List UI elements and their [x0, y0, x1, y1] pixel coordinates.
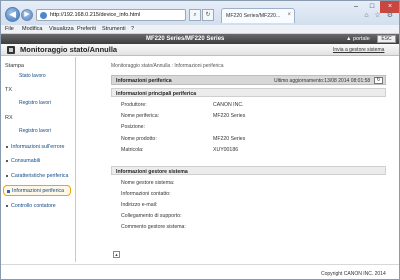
browser-toolbar-icons[interactable]: ⌂ ☆ ⚙ — [364, 11, 395, 19]
section-main-info: Informazioni principali periferica — [111, 88, 386, 97]
menu-file[interactable]: File — [5, 26, 14, 32]
breadcrumb: Monitoraggio stato/Annulla : Informazion… — [111, 63, 224, 69]
menu-help[interactable]: ? — [131, 26, 134, 32]
portal-link[interactable]: ▲ portale — [346, 36, 370, 42]
page-top-icon[interactable]: ▲ — [113, 251, 120, 258]
sidebar-item-registro-rx[interactable]: Registro lavori — [19, 128, 51, 134]
sidebar-item-registro-tx[interactable]: Registro lavori — [19, 100, 51, 106]
footer: Copyright CANON INC. 2014 — [1, 264, 399, 279]
sidebar-item-caratteristiche[interactable]: Caratteristiche periferica — [5, 173, 68, 179]
sidebar: Stampa Stato lavoro TX Registro lavori R… — [1, 57, 76, 262]
row-label-nome-prodotto: Nome prodotto: — [121, 136, 157, 142]
main-content: Monitoraggio stato/Annulla : Informazion… — [111, 57, 391, 262]
page-header: Monitoraggio stato/Annulla Invia a gesto… — [1, 44, 399, 56]
row-value-produttore: CANON INC. — [213, 102, 244, 108]
section-title: Informazioni principali periferica — [116, 90, 197, 97]
row-value-matricola: XUY00186 — [213, 147, 239, 153]
tab-title: MF220 Series/MF220... — [226, 13, 281, 19]
menu-strumenti[interactable]: Strumenti — [102, 26, 126, 32]
row-label-contatto: Informazioni contatto: — [121, 191, 171, 197]
copyright: Copyright CANON INC. 2014 — [321, 271, 386, 277]
page-icon — [40, 12, 47, 19]
model-name: MF220 Series/MF220 Series — [146, 36, 225, 42]
send-to-admin-link[interactable]: Invia a gestore sistema — [333, 47, 384, 53]
tab-close-icon[interactable]: × — [287, 12, 291, 18]
forward-button[interactable]: ▶ — [21, 9, 33, 21]
sidebar-item-stato-lavoro[interactable]: Stato lavoro — [19, 73, 46, 79]
sidebar-item-contatore[interactable]: Controllo contatore — [6, 203, 56, 209]
sidebar-item-label: Informazioni periferica — [12, 188, 65, 194]
address-bar[interactable]: http://192.168.0.215/device_info.html — [36, 9, 186, 21]
row-label-nome-periferica: Nome periferica: — [121, 113, 160, 119]
section-title: Informazioni gestore sistema — [116, 168, 188, 175]
sidebar-item-informazioni-periferica[interactable]: Informazioni periferica — [3, 185, 71, 196]
monitor-icon — [7, 46, 15, 54]
sidebar-item-consumabili[interactable]: Consumabili — [5, 158, 40, 164]
row-value-nome-prodotto: MF220 Series — [213, 136, 246, 142]
browser-tab[interactable]: MF220 Series/MF220... × — [221, 8, 295, 23]
row-label-commento: Commento gestore sistema: — [121, 224, 186, 230]
panel-header: Informazioni periferica Ultimo aggiornam… — [111, 75, 386, 85]
page-title: Monitoraggio stato/Annulla — [20, 45, 118, 54]
sidebar-head-rx: RX — [5, 115, 13, 121]
row-label-nome-gestore: Nome gestore sistema: — [121, 180, 175, 186]
web-page: MF220 Series/MF220 Series ▲ portale ESC … — [1, 34, 399, 279]
menu-visualizza[interactable]: Visualizza — [49, 26, 74, 32]
sidebar-head-tx: TX — [5, 87, 13, 93]
row-value-nome-periferica: MF220 Series — [213, 113, 246, 119]
row-label-matricola: Matricola: — [121, 147, 144, 153]
section-admin-info: Informazioni gestore sistema — [111, 166, 386, 175]
refresh-page-icon[interactable]: ↻ — [202, 9, 214, 21]
sidebar-item-errore[interactable]: Informazioni sull'errore — [5, 144, 64, 150]
menu-preferiti[interactable]: Preferiti — [77, 26, 96, 32]
top-banner: MF220 Series/MF220 Series ▲ portale ESC — [1, 34, 399, 44]
menu-bar: File Modifica Visualizza Preferiti Strum… — [1, 25, 399, 34]
browser-titlebar: ◀ ▶ http://192.168.0.215/device_info.htm… — [1, 1, 399, 25]
last-updated: Ultimo aggiornamento:13/08 2014 08:01:58 — [274, 78, 371, 84]
row-label-supporto: Collegamento di supporto: — [121, 213, 182, 219]
sidebar-head-stampa: Stampa — [5, 63, 24, 69]
row-label-produttore: Produttore: — [121, 102, 147, 108]
back-button[interactable]: ◀ — [5, 7, 20, 22]
selected-bullet-icon — [7, 190, 10, 193]
address-url: http://192.168.0.215/device_info.html — [50, 12, 141, 18]
row-label-email: Indirizzo e-mail: — [121, 202, 158, 208]
menu-modifica[interactable]: Modifica — [22, 26, 42, 32]
panel-title: Informazioni periferica — [116, 78, 172, 84]
row-label-posizione: Posizione: — [121, 124, 145, 130]
refresh-icon[interactable]: ↻ — [374, 77, 383, 84]
search-icon[interactable]: ⌕ — [189, 9, 201, 21]
escape-button[interactable]: ESC — [377, 35, 396, 43]
minimize-button[interactable]: – — [348, 1, 364, 13]
browser-window: ◀ ▶ http://192.168.0.215/device_info.htm… — [0, 0, 400, 280]
